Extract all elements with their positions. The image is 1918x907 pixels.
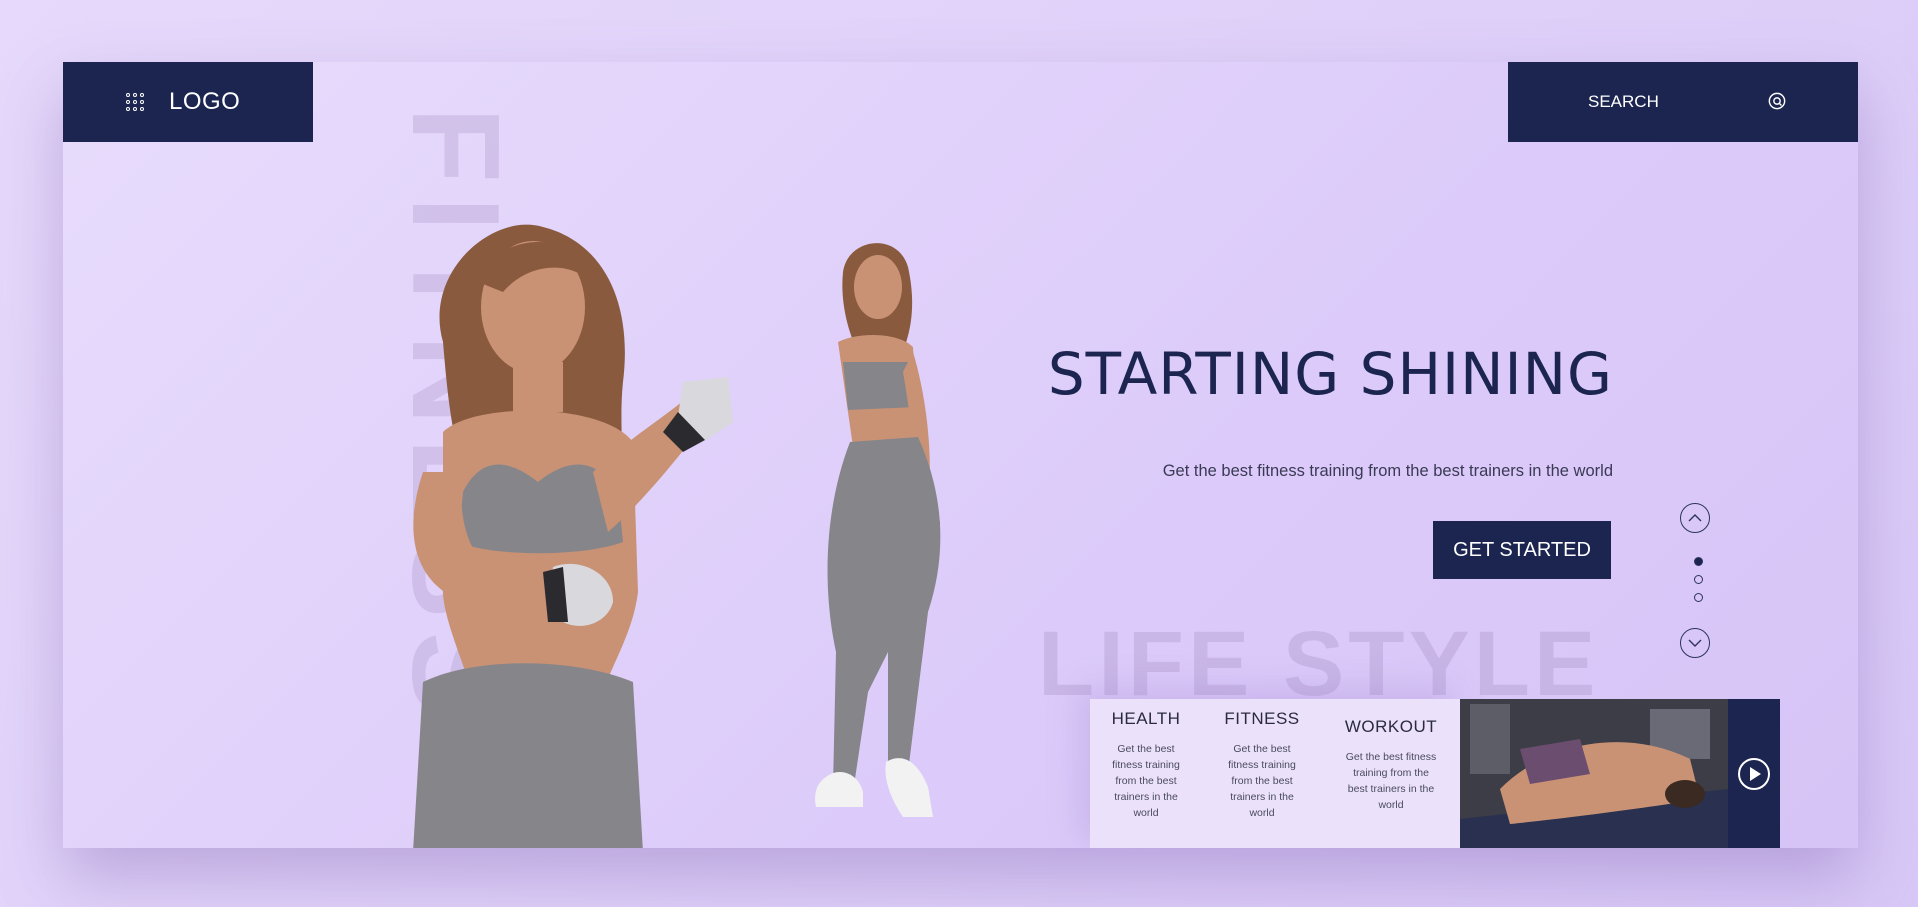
- logo-bar[interactable]: LOGO: [63, 62, 313, 142]
- play-strip[interactable]: [1728, 699, 1780, 848]
- category-text: Get the best fitness training from the b…: [1112, 743, 1180, 819]
- category-text: Get the best fitness training from the b…: [1345, 751, 1437, 811]
- play-icon[interactable]: [1737, 757, 1771, 791]
- model-image-back: [815, 243, 941, 817]
- hero-frame: LOGO SEARCH FITNESS: [63, 62, 1858, 848]
- chevron-down-icon: [1688, 639, 1702, 647]
- workout-thumbnail[interactable]: [1460, 699, 1728, 848]
- workout-photo: [1460, 699, 1728, 848]
- category-health[interactable]: HEALTH Get the best fitness training fro…: [1110, 709, 1182, 821]
- category-workout[interactable]: WORKOUT Get the best fitness training fr…: [1344, 717, 1438, 813]
- slide-dot-3[interactable]: [1694, 593, 1703, 602]
- category-card: HEALTH Get the best fitness training fro…: [1090, 699, 1460, 848]
- get-started-button[interactable]: GET STARTED: [1433, 521, 1611, 579]
- hero-subtitle: Get the best fitness training from the b…: [1162, 462, 1613, 480]
- slide-down-button[interactable]: [1680, 628, 1710, 658]
- logo[interactable]: LOGO: [169, 88, 240, 116]
- category-title: FITNESS: [1224, 709, 1300, 728]
- grid-menu-icon[interactable]: [126, 93, 144, 111]
- slide-dot-2[interactable]: [1694, 575, 1703, 584]
- chevron-up-icon: [1688, 514, 1702, 522]
- category-fitness[interactable]: FITNESS Get the best fitness training fr…: [1222, 709, 1302, 821]
- category-text: Get the best fitness training from the b…: [1228, 743, 1296, 819]
- search-label[interactable]: SEARCH: [1588, 92, 1659, 112]
- search-icon[interactable]: [1768, 92, 1786, 110]
- hero-title: STARTING SHINING: [1047, 340, 1613, 408]
- category-title: HEALTH: [1111, 709, 1181, 728]
- model-image-front: [413, 224, 733, 848]
- search-bar[interactable]: SEARCH: [1508, 62, 1858, 142]
- slide-dot-1[interactable]: [1694, 557, 1703, 566]
- category-title: WORKOUT: [1344, 717, 1438, 736]
- slide-up-button[interactable]: [1680, 503, 1710, 533]
